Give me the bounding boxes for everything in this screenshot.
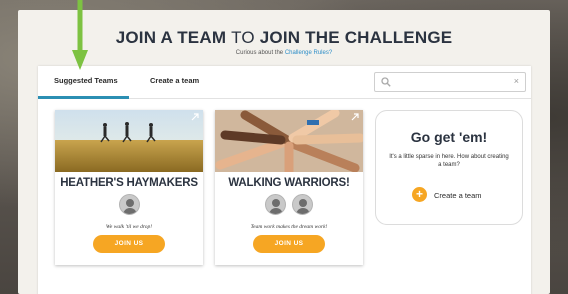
- page-title: JOIN A TEAM TO JOIN THE CHALLENGE: [18, 28, 550, 48]
- team-name: WALKING WARRIORS!: [228, 177, 350, 189]
- subtitle-text: Curious about the: [235, 50, 284, 56]
- prompt-text: It's a little sparse in here. How about …: [389, 154, 509, 168]
- close-icon[interactable]: ×: [514, 76, 519, 86]
- user-avatar-icon: [292, 194, 314, 215]
- team-motto: Team work makes the dream work!: [250, 224, 328, 230]
- tab-create-a-team[interactable]: Create a team: [150, 76, 199, 85]
- challenge-rules-link[interactable]: Challenge Rules?: [285, 50, 332, 56]
- search-box[interactable]: ×: [374, 72, 526, 92]
- search-input[interactable]: [395, 76, 505, 88]
- prompt-title: Go get 'em!: [410, 129, 488, 145]
- teams-panel: Suggested Teams Create a team × HEATHER'…: [38, 66, 531, 294]
- team-members: [215, 194, 363, 216]
- team-members: [55, 194, 203, 216]
- team-card-heathers-haymakers[interactable]: HEATHER'S HAYMAKERS We walk 'til we drop…: [55, 110, 203, 265]
- user-avatar-icon: [264, 194, 286, 215]
- tab-bar: Suggested Teams Create a team ×: [38, 66, 531, 99]
- team-photo: [55, 110, 203, 172]
- share-icon[interactable]: [351, 113, 359, 121]
- team-card-walking-warriors[interactable]: WALKING WARRIORS! Team work makes the dr…: [215, 110, 363, 265]
- down-arrow-icon: [72, 0, 88, 70]
- plus-circle-icon: +: [412, 187, 427, 202]
- join-team-button[interactable]: JOIN US: [253, 235, 325, 253]
- join-team-button[interactable]: JOIN US: [93, 235, 165, 253]
- team-name: HEATHER'S HAYMAKERS: [60, 177, 198, 189]
- team-motto: We walk 'til we drop!: [105, 224, 153, 230]
- search-icon: [381, 77, 391, 87]
- active-tab-indicator: [38, 96, 129, 99]
- team-photo: [215, 110, 363, 172]
- create-team-label: Create a team: [434, 191, 482, 200]
- create-team-prompt: Go get 'em! It's a little sparse in here…: [375, 110, 523, 225]
- tab-suggested-teams[interactable]: Suggested Teams: [54, 76, 118, 85]
- title-light: TO: [231, 28, 255, 47]
- share-icon[interactable]: [191, 113, 199, 121]
- title-bold-2: JOIN THE CHALLENGE: [259, 28, 453, 47]
- title-bold-1: JOIN A TEAM: [115, 28, 227, 47]
- user-avatar-icon: [118, 194, 140, 215]
- page-container: JOIN A TEAM TO JOIN THE CHALLENGE Curiou…: [18, 10, 550, 294]
- page-subtitle: Curious about the Challenge Rules?: [18, 50, 550, 56]
